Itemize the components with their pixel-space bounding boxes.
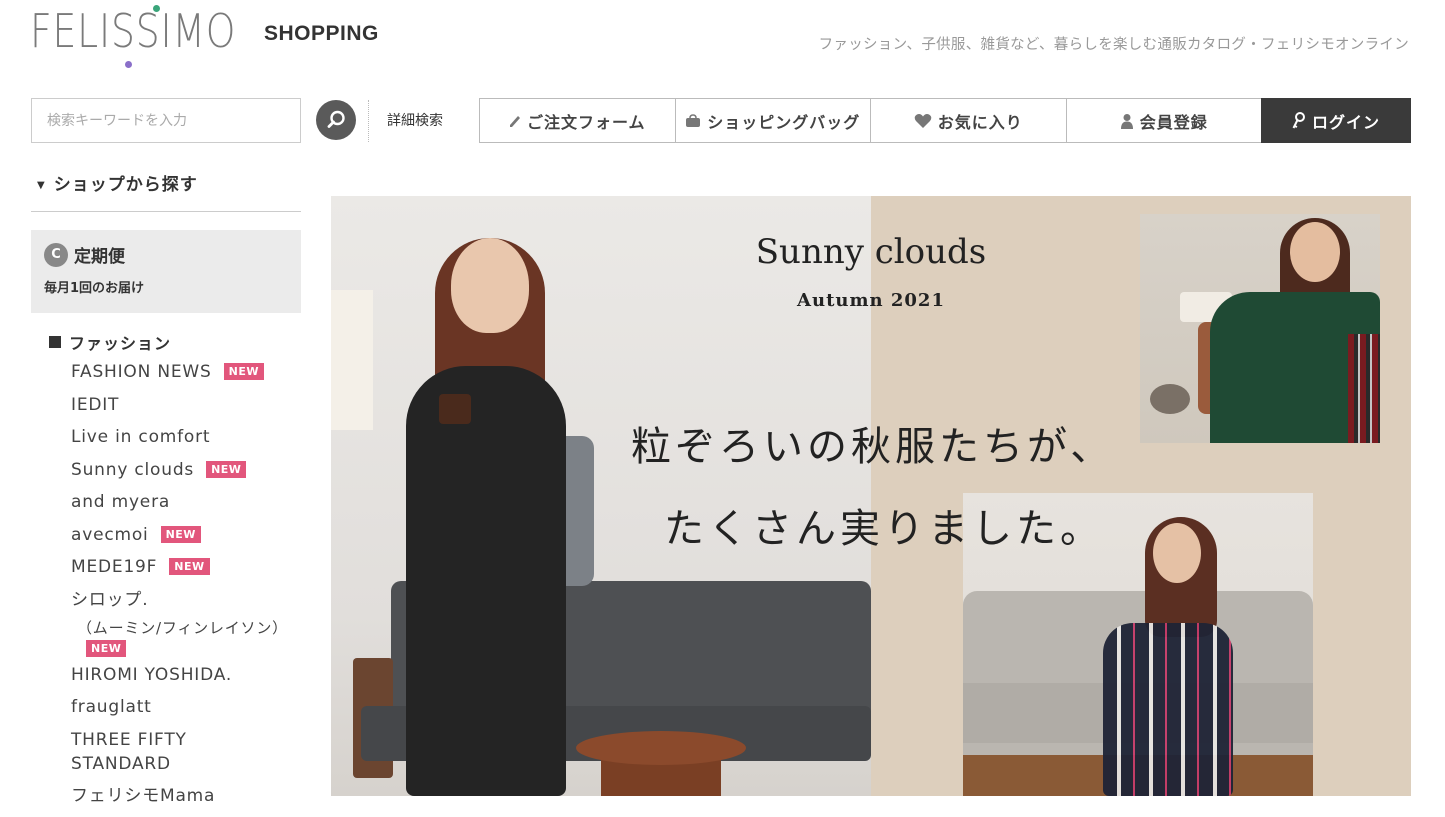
subscription-box[interactable]: C 定期便 毎月1回のお届け [31, 230, 301, 313]
search-separator [368, 100, 369, 142]
shop-link-hiromi-yoshida[interactable]: HIROMI YOSHIDA. [71, 663, 296, 687]
search-input[interactable] [31, 98, 301, 143]
shop-link-live-in-comfort[interactable]: Live in comfort [71, 425, 296, 449]
login-label: ログイン [1311, 112, 1380, 132]
model-face [1290, 222, 1340, 282]
shop-link-label: Live in comfort [71, 427, 211, 447]
banner-title: Sunny clouds [755, 232, 987, 272]
logo-dot-purple [125, 61, 132, 68]
banner-copy-line2: たくさん実りました。 [664, 506, 1104, 552]
subscription-title: C 定期便 [44, 242, 288, 267]
category-heading-fashion[interactable]: ファッション [49, 330, 171, 354]
register-label: 会員登録 [1139, 112, 1208, 132]
new-badge: NEW [86, 639, 127, 657]
shop-link-label: フェリシモMama [71, 786, 216, 806]
check-dress [1103, 623, 1233, 796]
square-bullet-icon [49, 336, 61, 348]
logo-dot-green [153, 5, 160, 12]
hero-banner[interactable]: Sunny clouds Autumn 2021 粒ぞろいの秋服たちが、 たくさ… [331, 196, 1411, 796]
shop-link-syrup[interactable]: シロップ. [71, 588, 296, 612]
shop-search-heading[interactable]: ▼ ショップから探す [31, 170, 301, 212]
shop-link-label: （ムーミン/フィンレイソン） [77, 618, 288, 637]
shop-link-moomin-finlayson[interactable]: （ムーミン/フィンレイソン） [77, 618, 296, 638]
new-badge: NEW [169, 558, 210, 575]
heart-icon [914, 113, 932, 129]
pencil-icon [509, 114, 521, 128]
table-top [576, 731, 746, 765]
banner-subtitle: Autumn 2021 [797, 290, 945, 311]
shop-link-fashion-news[interactable]: FASHION NEWS NEW [71, 360, 296, 384]
order-form-label: ご注文フォーム [526, 112, 646, 132]
shop-link-label: FASHION NEWS [71, 362, 212, 382]
shop-link-frauglatt[interactable]: frauglatt [71, 695, 296, 719]
shop-link-sunny-clouds[interactable]: Sunny clouds NEW [71, 458, 296, 482]
search-button[interactable] [316, 100, 356, 140]
logo-text: FELISSIMO [30, 4, 237, 58]
login-button[interactable]: ログイン [1261, 98, 1411, 143]
shop-link-and-myera[interactable]: and myera [71, 490, 296, 514]
shop-link-label: MEDE19F [71, 557, 158, 577]
shopping-bag-button[interactable]: ショッピングバッグ [674, 98, 870, 143]
header-nav: ご注文フォーム ショッピングバッグ お気に入り 会員登録 ログイン [479, 98, 1411, 143]
shop-link-label: avecmoi [71, 524, 149, 545]
plaid-skirt [1348, 334, 1380, 443]
shop-link-mede19f[interactable]: MEDE19F NEW [71, 555, 296, 579]
new-badge: NEW [223, 363, 264, 380]
shop-link-avecmoi[interactable]: avecmoi NEW [71, 523, 296, 547]
person-icon [1120, 113, 1134, 129]
search-icon [327, 110, 345, 128]
fashion-shop-list: FASHION NEWS NEW IEDIT Live in comfort Su… [71, 360, 296, 817]
plant-pot [1150, 384, 1190, 414]
favorites-button[interactable]: お気に入り [870, 98, 1066, 143]
model-face [1153, 523, 1201, 583]
shop-link-label: THREE FIFTY STANDARD [71, 729, 187, 774]
shop-link-label: HIROMI YOSHIDA. [71, 664, 233, 685]
order-form-button[interactable]: ご注文フォーム [479, 98, 675, 143]
logo-shopping-label: SHOPPING [264, 22, 379, 45]
subscription-c-icon: C [44, 242, 68, 267]
banner-photo-cardigan [1140, 214, 1380, 443]
model-face [451, 238, 529, 333]
site-tagline: ファッション、子供服、雑貨など、暮らしを楽しむ通販カタログ・フェリシモオンライン [818, 37, 1409, 53]
new-badge: NEW [206, 460, 247, 478]
category-heading-label: ファッション [69, 334, 172, 353]
key-icon [1292, 111, 1306, 130]
shop-link-label: frauglatt [71, 697, 152, 717]
shop-link-felissimo-mama[interactable]: フェリシモMama [71, 784, 296, 808]
mug [439, 394, 471, 424]
favorites-label: お気に入り [937, 112, 1023, 132]
subscription-title-label: 定期便 [74, 247, 125, 267]
advanced-search-link[interactable]: 詳細検索 [387, 110, 443, 130]
shop-heading-label: ショップから探す [53, 175, 198, 195]
shop-link-label: IEDIT [71, 394, 120, 415]
model-dress [406, 366, 566, 796]
site-logo[interactable]: FELISSIMO [30, 4, 282, 68]
new-badge-row: NEW [71, 639, 296, 657]
banner-copy-line1: 粒ぞろいの秋服たちが、 [631, 424, 1115, 470]
bag-icon [685, 113, 701, 128]
register-button[interactable]: 会員登録 [1065, 98, 1261, 143]
new-badge: NEW [160, 525, 201, 543]
lamp-shade [331, 290, 373, 430]
shop-link-iedit[interactable]: IEDIT [71, 393, 296, 417]
shop-link-label: and myera [71, 492, 171, 512]
subscription-subtitle: 毎月1回のお届け [44, 281, 145, 296]
shop-link-label: Sunny clouds [71, 459, 195, 480]
shop-link-label: シロップ. [71, 589, 149, 610]
triangle-down-icon: ▼ [37, 180, 46, 191]
shop-link-three-fifty-standard[interactable]: THREE FIFTY STANDARD [71, 728, 211, 776]
shopping-bag-label: ショッピングバッグ [707, 112, 861, 132]
